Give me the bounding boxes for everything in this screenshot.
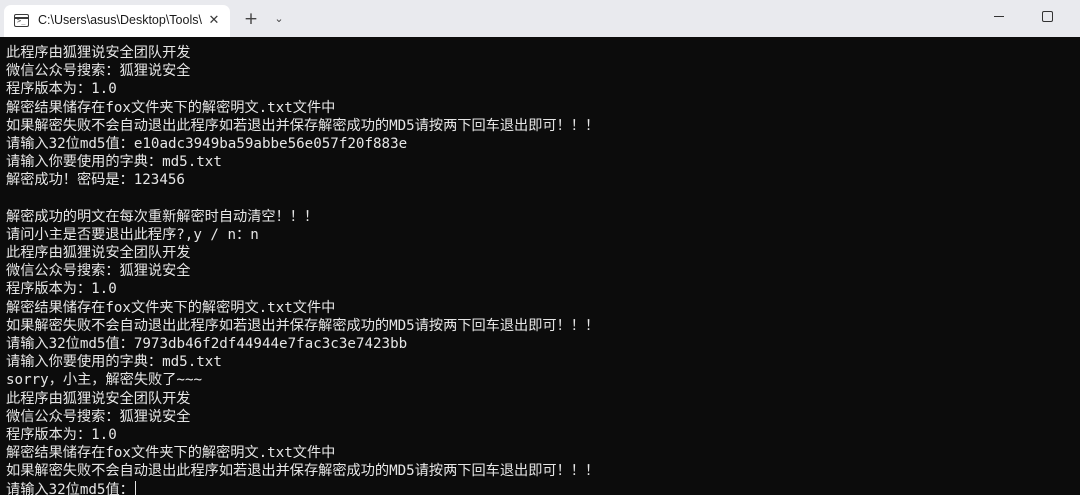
title-bar: >_ C:\Users\asus\Desktop\Tools\ ✕ + ⌄	[0, 0, 1080, 37]
terminal-line: 解密结果储存在fox文件夹下的解密明文.txt文件中	[6, 445, 336, 462]
new-tab-button[interactable]: +	[240, 8, 262, 30]
terminal-line: 解密成功的明文在每次重新解密时自动清空！！！	[6, 208, 319, 225]
close-icon[interactable]: ✕	[204, 11, 224, 31]
terminal-line: 程序版本为：1.0	[6, 426, 117, 443]
terminal-line: sorry，小主，解密失败了~~~	[6, 372, 203, 389]
terminal-line: 如果解密失败不会自动退出此程序如若退出并保存解密成功的MD5请按两下回车退出即可…	[6, 463, 600, 480]
tab-terminal[interactable]: >_ C:\Users\asus\Desktop\Tools\ ✕	[4, 5, 230, 37]
terminal-line: 请输入你要使用的字典：md5.txt	[6, 354, 222, 371]
terminal-line: 解密成功！密码是：123456	[6, 172, 185, 189]
tab-title: C:\Users\asus\Desktop\Tools\	[38, 13, 202, 27]
terminal-icon: >_	[14, 14, 29, 27]
terminal-line: 请输入你要使用的字典：md5.txt	[6, 154, 222, 171]
terminal-icon-prompt: >_	[17, 17, 26, 25]
chevron-down-icon[interactable]: ⌄	[268, 8, 290, 30]
terminal-line: 程序版本为：1.0	[6, 81, 117, 98]
maximize-icon[interactable]	[1032, 4, 1062, 30]
terminal-line: 程序版本为：1.0	[6, 281, 117, 298]
terminal-line: 解密结果储存在fox文件夹下的解密明文.txt文件中	[6, 99, 336, 116]
terminal-line: 此程序由狐狸说安全团队开发	[6, 245, 191, 262]
terminal-lines: 此程序由狐狸说安全团队开发 微信公众号搜索：狐狸说安全 程序版本为：1.0 解密结果储…	[6, 44, 1080, 495]
terminal-line: 微信公众号搜索：狐狸说安全	[6, 263, 191, 280]
terminal-window: >_ C:\Users\asus\Desktop\Tools\ ✕ + ⌄ 此程…	[0, 0, 1080, 495]
text-cursor	[134, 480, 136, 495]
terminal-line: 此程序由狐狸说安全团队开发	[6, 390, 191, 407]
terminal-line: 解密结果储存在fox文件夹下的解密明文.txt文件中	[6, 299, 336, 316]
terminal-line: 此程序由狐狸说安全团队开发	[6, 45, 191, 61]
minimize-icon[interactable]	[984, 4, 1014, 30]
terminal-line: 如果解密失败不会自动退出此程序如若退出并保存解密成功的MD5请按两下回车退出即可…	[6, 117, 600, 134]
terminal-line: 请输入32位md5值：e10adc3949ba59abbe56e057f20f8…	[6, 135, 408, 152]
terminal-line: 如果解密失败不会自动退出此程序如若退出并保存解密成功的MD5请按两下回车退出即可…	[6, 317, 600, 334]
terminal-line: 微信公众号搜索：狐狸说安全	[6, 63, 191, 80]
terminal-line: 微信公众号搜索：狐狸说安全	[6, 408, 191, 425]
terminal-line: 请问小主是否要退出此程序?,y / n：n	[6, 226, 259, 243]
terminal-input-line[interactable]: 请输入32位md5值：	[6, 480, 1080, 495]
input-prompt: 请输入32位md5值：	[6, 481, 134, 495]
terminal-line: 请输入32位md5值：7973db46f2df44944e7fac3c3e742…	[6, 336, 408, 352]
terminal-output[interactable]: 此程序由狐狸说安全团队开发 微信公众号搜索：狐狸说安全 程序版本为：1.0 解密结果储…	[0, 37, 1080, 495]
